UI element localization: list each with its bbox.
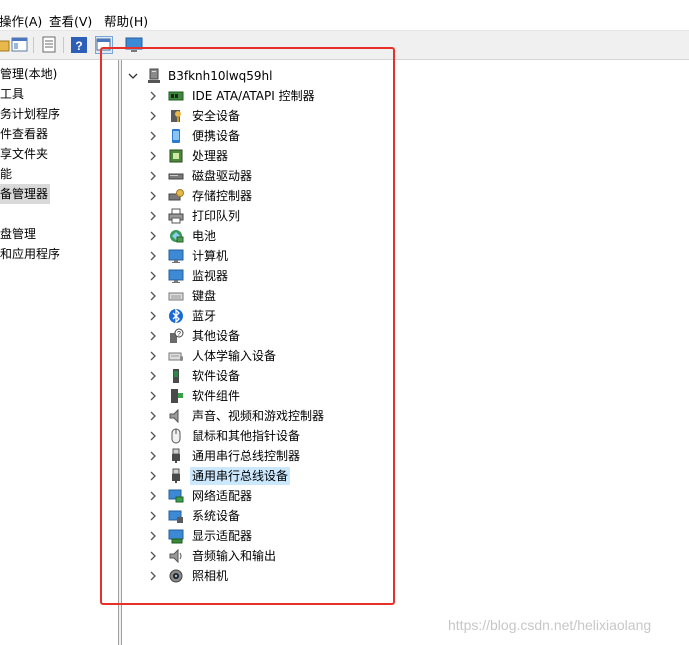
menu-help[interactable]: 帮助(H) xyxy=(104,14,148,30)
menu-bar: 操作(A) 查看(V) 帮助(H) xyxy=(0,0,689,30)
toolbar-separator xyxy=(33,37,34,53)
watermark: https://blog.csdn.net/helixiaolang xyxy=(448,617,652,633)
tree-item-task-scheduler[interactable]: 务计划程序 xyxy=(0,104,62,124)
tree-item-event-viewer[interactable]: 件查看器 xyxy=(0,124,50,144)
tree-item-computer-management[interactable]: 管理(本地) xyxy=(0,64,59,84)
highlight-box xyxy=(100,47,395,605)
menu-view[interactable]: 查看(V) xyxy=(49,14,92,30)
help-button[interactable]: ? xyxy=(70,36,88,54)
tree-item-services-and-applications[interactable]: 和应用程序 xyxy=(0,244,62,264)
tree-item-performance[interactable]: 能 xyxy=(0,164,14,184)
show-hide-tree-button[interactable] xyxy=(11,36,29,54)
svg-text:?: ? xyxy=(75,39,82,53)
toolbar-separator xyxy=(63,37,64,53)
tree-item-shared-folders[interactable]: 享文件夹 xyxy=(0,144,50,164)
tree-item-disk-management[interactable]: 盘管理 xyxy=(0,224,38,244)
tree-item-system-tools[interactable]: 工具 xyxy=(0,84,26,104)
properties-button[interactable] xyxy=(40,36,58,54)
tree-item-device-manager[interactable]: 备管理器 xyxy=(0,184,51,204)
menu-action[interactable]: 操作(A) xyxy=(0,14,42,30)
